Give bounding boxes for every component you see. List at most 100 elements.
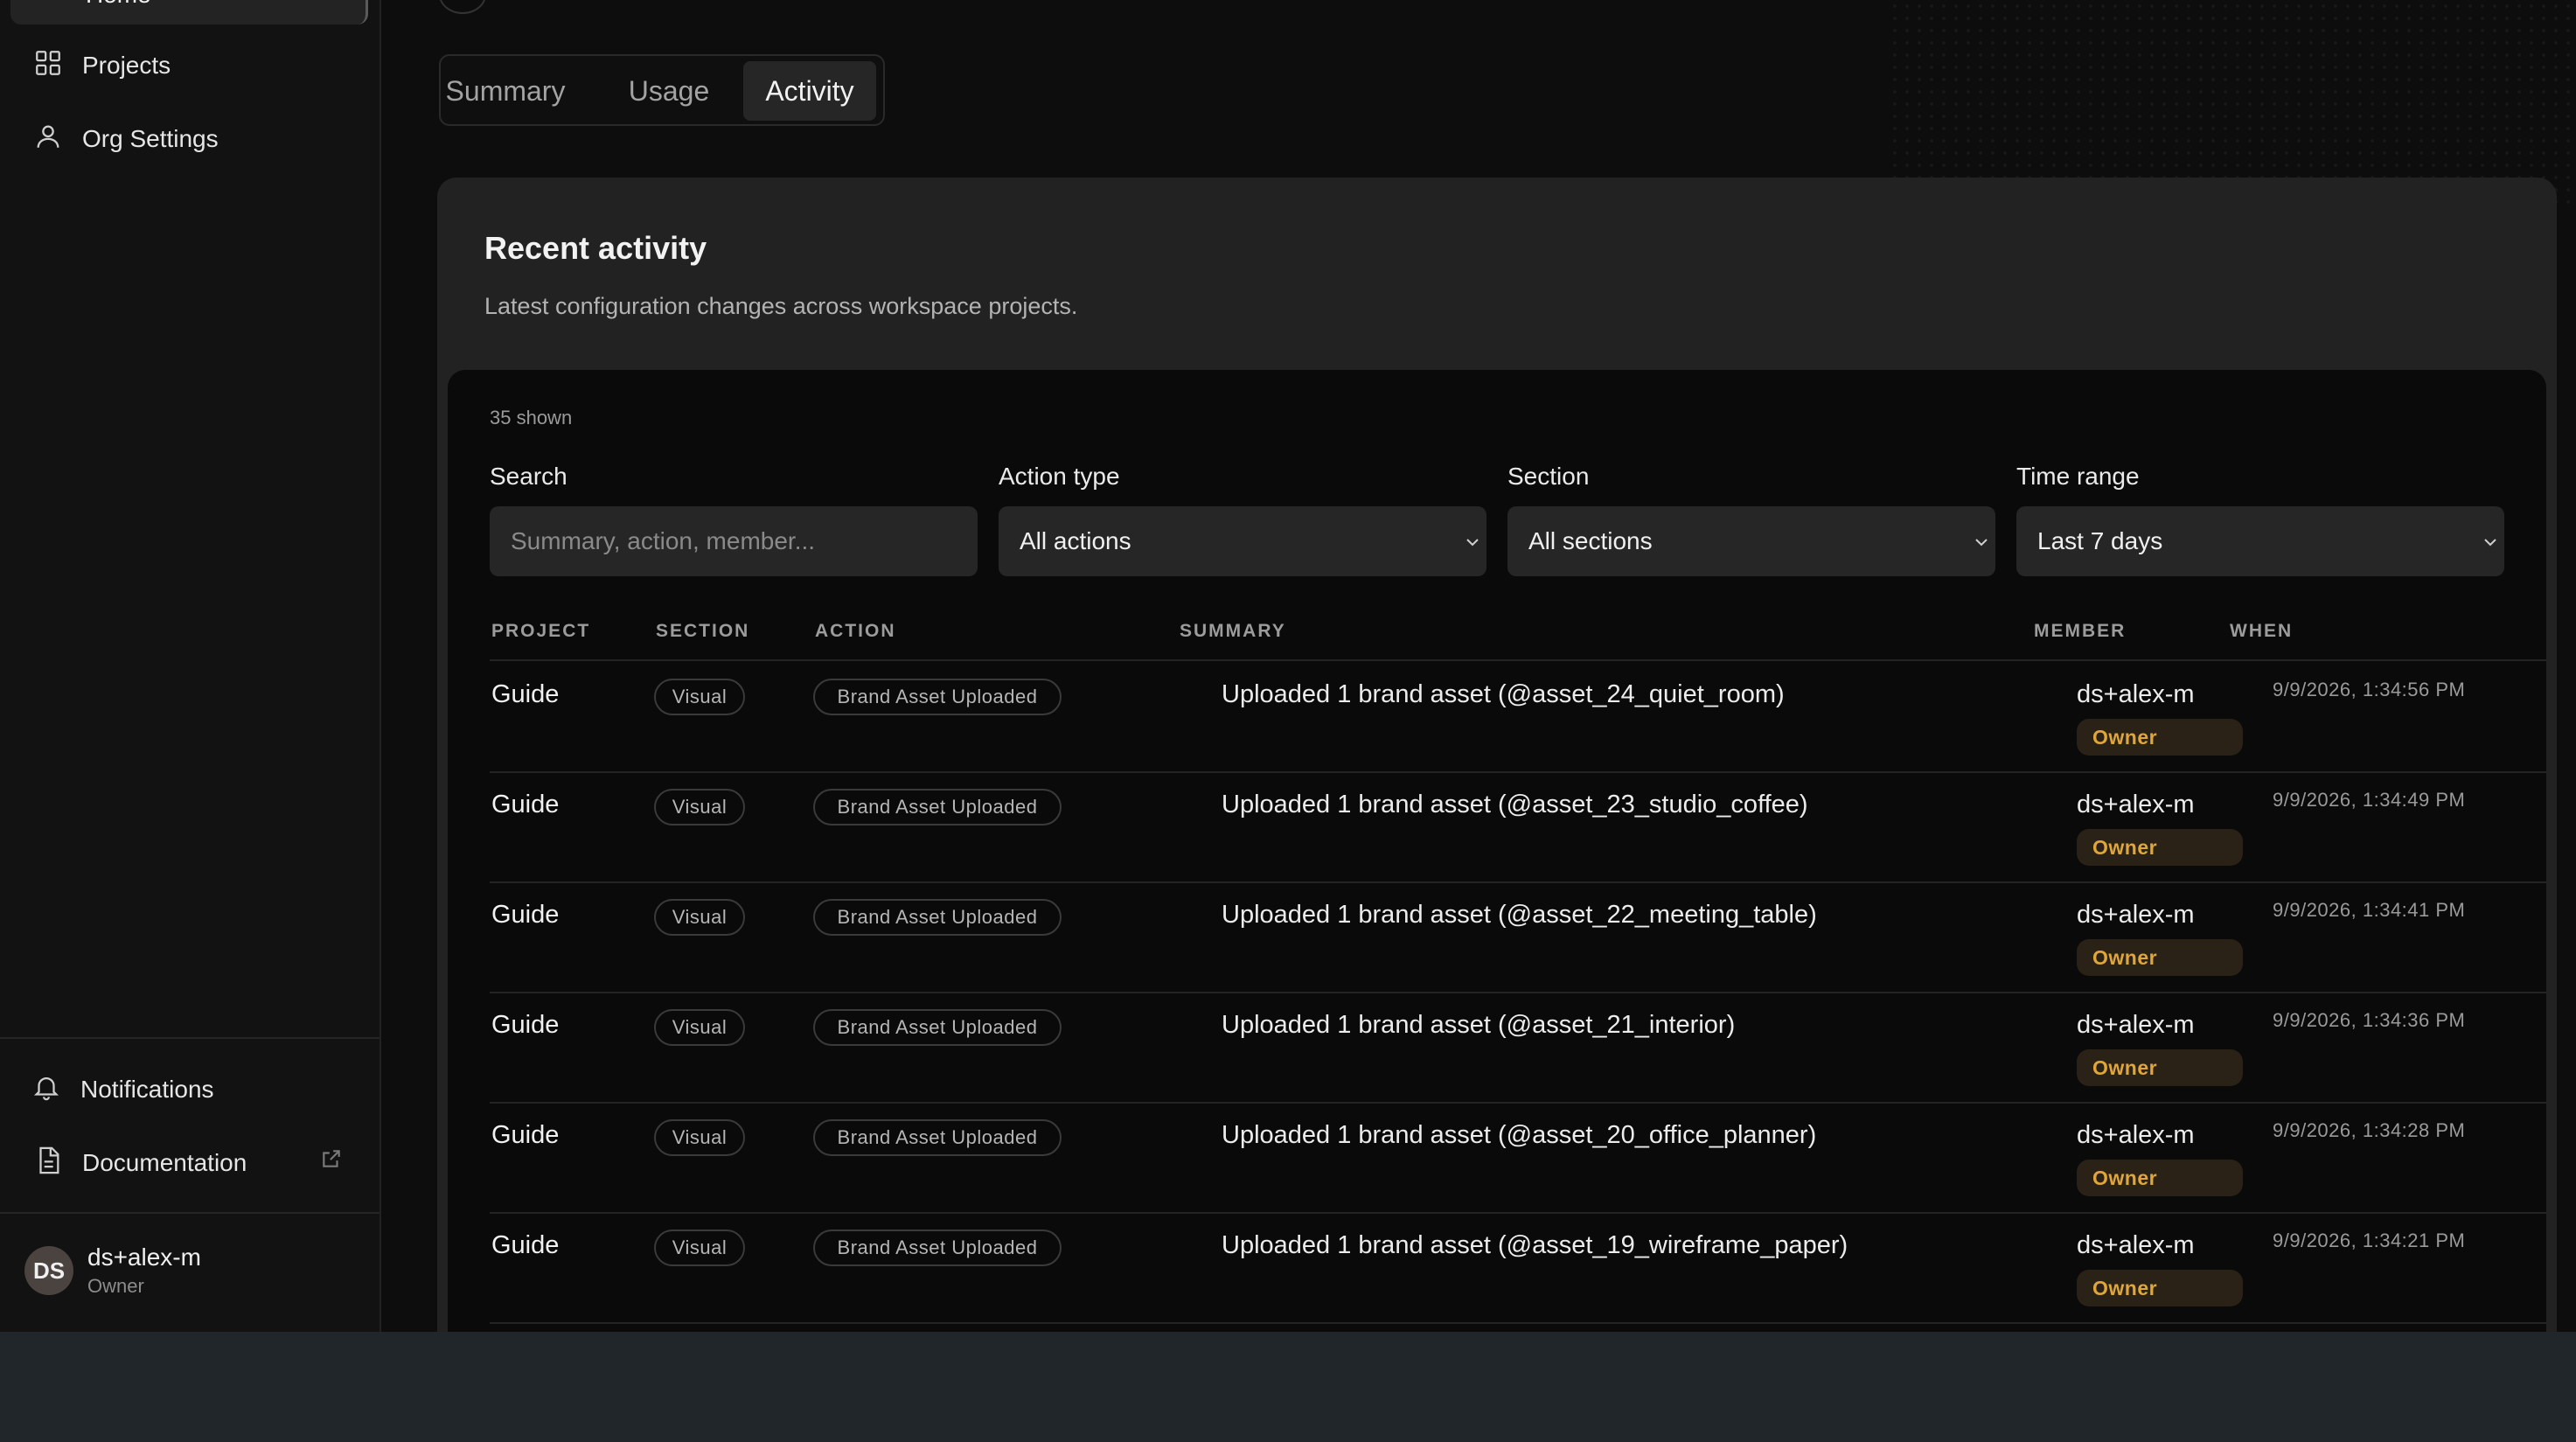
role-badge: Owner bbox=[2077, 829, 2243, 866]
sidebar-divider bbox=[0, 1037, 379, 1039]
sidebar-item-projects[interactable]: Projects bbox=[33, 41, 171, 90]
column-header-when[interactable]: WHEN bbox=[2230, 621, 2293, 642]
user-profile[interactable]: DS ds+alex-m Owner bbox=[24, 1243, 201, 1298]
user-role: Owner bbox=[87, 1275, 144, 1297]
project-cell: Guide bbox=[491, 791, 560, 819]
summary-cell: Uploaded 1 brand asset (@asset_20_office… bbox=[1222, 1121, 1817, 1149]
member-cell: ds+alex-m bbox=[2077, 680, 2195, 708]
bell-icon bbox=[31, 1072, 61, 1108]
timestamp-cell: 9/9/2026, 1:34:36 PM bbox=[2273, 1009, 2466, 1031]
sidebar-item-label: Documentation bbox=[82, 1149, 247, 1176]
action-type-value: All actions bbox=[1020, 527, 1131, 554]
member-cell: ds+alex-m bbox=[2077, 1231, 2195, 1259]
role-badge: Owner bbox=[2077, 719, 2243, 756]
timestamp-cell: 9/9/2026, 1:34:21 PM bbox=[2273, 1230, 2466, 1251]
member-cell: ds+alex-m bbox=[2077, 901, 2195, 929]
column-header-summary[interactable]: SUMMARY bbox=[1180, 621, 1286, 642]
action-badge: Brand Asset Uploaded bbox=[813, 1230, 1062, 1266]
project-cell: Guide bbox=[491, 901, 560, 929]
table-row[interactable]: Guide Visual Brand Asset Uploaded Upload… bbox=[490, 992, 2546, 1104]
sidebar-item-label: Notifications bbox=[80, 1076, 214, 1103]
column-header-project[interactable]: PROJECT bbox=[491, 621, 590, 642]
home-label: Home bbox=[86, 0, 151, 9]
section-badge: Visual bbox=[654, 899, 745, 936]
table-row[interactable]: Guide Visual Brand Asset Uploaded Upload… bbox=[490, 1212, 2546, 1324]
tab-usage[interactable]: Usage bbox=[623, 61, 715, 121]
sidebar-item-home[interactable]: Home bbox=[10, 0, 368, 24]
sidebar-item-notifications[interactable]: Notifications bbox=[31, 1065, 214, 1114]
chevron-down-icon bbox=[1462, 531, 1483, 552]
summary-cell: Uploaded 1 brand asset (@asset_21_interi… bbox=[1222, 1011, 1736, 1039]
tab-bar: Summary Usage Activity bbox=[439, 54, 885, 126]
timestamp-cell: 9/9/2026, 1:34:28 PM bbox=[2273, 1119, 2466, 1141]
chevron-down-icon bbox=[2480, 531, 2501, 552]
role-badge: Owner bbox=[2077, 1270, 2243, 1306]
section-value: All sections bbox=[1528, 527, 1653, 554]
app-window: Home Projects Org Settings Notifications bbox=[0, 0, 2576, 1332]
table-row[interactable]: Guide Visual Brand Asset Uploaded Upload… bbox=[490, 881, 2546, 993]
action-badge: Brand Asset Uploaded bbox=[813, 1009, 1062, 1046]
column-header-member[interactable]: MEMBER bbox=[2034, 621, 2126, 642]
role-badge: Owner bbox=[2077, 939, 2243, 976]
time-range-filter: Time range Last 7 days bbox=[2016, 463, 2504, 576]
user-name: ds+alex-m bbox=[87, 1243, 201, 1271]
breadcrumb-icon bbox=[439, 0, 486, 14]
external-link-icon bbox=[320, 1147, 343, 1170]
user-icon bbox=[33, 122, 63, 157]
search-label: Search bbox=[490, 463, 567, 490]
section-badge: Visual bbox=[654, 789, 745, 825]
table-row[interactable]: Guide Visual Brand Asset Uploaded Upload… bbox=[490, 661, 2546, 773]
timestamp-cell: 9/9/2026, 1:34:56 PM bbox=[2273, 679, 2466, 700]
action-badge: Brand Asset Uploaded bbox=[813, 679, 1062, 715]
action-type-label: Action type bbox=[999, 463, 1120, 490]
time-range-select[interactable]: Last 7 days bbox=[2016, 506, 2504, 576]
project-cell: Guide bbox=[491, 1231, 560, 1259]
summary-cell: Uploaded 1 brand asset (@asset_22_meetin… bbox=[1222, 901, 1817, 929]
time-range-label: Time range bbox=[2016, 463, 2140, 490]
search-filter: Search Summary, action, member... bbox=[490, 463, 978, 576]
action-badge: Brand Asset Uploaded bbox=[813, 899, 1062, 936]
sidebar-item-label: Projects bbox=[82, 52, 171, 79]
action-type-filter: Action type All actions bbox=[999, 463, 1486, 576]
project-cell: Guide bbox=[491, 680, 560, 708]
column-header-section[interactable]: SECTION bbox=[656, 621, 749, 642]
summary-cell: Uploaded 1 brand asset (@asset_24_quiet_… bbox=[1222, 680, 1785, 708]
grid-icon bbox=[33, 48, 63, 84]
section-label: Section bbox=[1507, 463, 1590, 490]
sidebar: Home Projects Org Settings Notifications bbox=[0, 0, 381, 1332]
project-cell: Guide bbox=[491, 1121, 560, 1149]
member-cell: ds+alex-m bbox=[2077, 1011, 2195, 1039]
document-icon bbox=[33, 1146, 63, 1181]
action-badge: Brand Asset Uploaded bbox=[813, 1119, 1062, 1156]
section-select[interactable]: All sections bbox=[1507, 506, 1995, 576]
role-badge: Owner bbox=[2077, 1160, 2243, 1196]
table-row[interactable]: Guide Visual Brand Asset Uploaded Upload… bbox=[490, 1102, 2546, 1214]
summary-cell: Uploaded 1 brand asset (@asset_23_studio… bbox=[1222, 791, 1808, 819]
column-header-action[interactable]: ACTION bbox=[815, 621, 896, 642]
action-badge: Brand Asset Uploaded bbox=[813, 789, 1062, 825]
section-filter: Section All sections bbox=[1507, 463, 1995, 576]
role-badge: Owner bbox=[2077, 1049, 2243, 1086]
timestamp-cell: 9/9/2026, 1:34:41 PM bbox=[2273, 899, 2466, 921]
results-count: 35 shown bbox=[490, 407, 573, 428]
sidebar-item-label: Org Settings bbox=[82, 125, 219, 152]
section-badge: Visual bbox=[654, 1230, 745, 1266]
project-cell: Guide bbox=[491, 1011, 560, 1039]
section-badge: Visual bbox=[654, 1009, 745, 1046]
sidebar-divider bbox=[0, 1212, 379, 1214]
card-title: Recent activity bbox=[484, 230, 707, 266]
section-badge: Visual bbox=[654, 1119, 745, 1156]
time-range-value: Last 7 days bbox=[2037, 527, 2163, 554]
sidebar-item-org-settings[interactable]: Org Settings bbox=[33, 115, 219, 164]
tab-summary[interactable]: Summary bbox=[446, 61, 566, 121]
summary-cell: Uploaded 1 brand asset (@asset_19_wirefr… bbox=[1222, 1231, 1848, 1259]
bottom-bar bbox=[0, 1332, 2576, 1442]
activity-panel: 35 shown Search Summary, action, member.… bbox=[448, 370, 2546, 1332]
member-cell: ds+alex-m bbox=[2077, 791, 2195, 819]
sidebar-item-documentation[interactable]: Documentation bbox=[33, 1139, 247, 1188]
search-input[interactable]: Summary, action, member... bbox=[490, 506, 978, 576]
table-row[interactable]: Guide Visual Brand Asset Uploaded Upload… bbox=[490, 771, 2546, 883]
timestamp-cell: 9/9/2026, 1:34:49 PM bbox=[2273, 789, 2466, 811]
tab-activity[interactable]: Activity bbox=[743, 61, 876, 121]
action-type-select[interactable]: All actions bbox=[999, 506, 1486, 576]
